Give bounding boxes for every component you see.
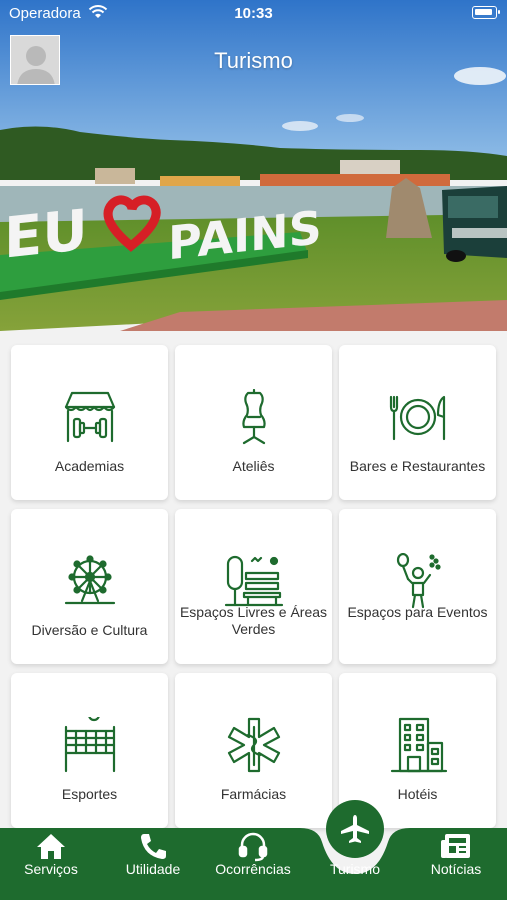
- medical-star-icon: [175, 717, 332, 773]
- tab-label: Serviços: [24, 861, 78, 877]
- tab-utilidade[interactable]: Utilidade: [107, 828, 199, 900]
- clock: 10:33: [234, 5, 273, 22]
- svg-text:EU: EU: [4, 198, 88, 272]
- category-label: Ateliês: [232, 458, 275, 474]
- tab-ocorrencias[interactable]: Ocorrências: [207, 828, 299, 900]
- headset-icon: [207, 832, 299, 862]
- category-label: Academias: [54, 458, 125, 474]
- category-card-diversao-e-cultura[interactable]: Diversão e Cultura: [11, 509, 168, 664]
- tab-label: Turismo: [329, 861, 381, 877]
- category-label: Diversão e Cultura: [31, 622, 148, 638]
- tab-label: Utilidade: [125, 861, 181, 877]
- category-card-academias[interactable]: Academias: [11, 345, 168, 500]
- category-card-farmacias[interactable]: Farmácias: [175, 673, 332, 828]
- category-card-espacos-para-eventos[interactable]: Espaços para Eventos: [339, 509, 496, 664]
- park-bench-tree-icon: [175, 553, 332, 609]
- category-label: Bares e Restaurantes: [349, 458, 486, 474]
- turismo-center-button[interactable]: [326, 800, 384, 858]
- phone-icon: [107, 832, 199, 860]
- category-label: Espaços para Eventos: [347, 604, 488, 620]
- hero-banner: EU PAINS Operadora 10:33 Turismo: [0, 0, 507, 331]
- gym-icon: [11, 389, 168, 445]
- mannequin-icon: [175, 389, 332, 445]
- bottom-tab-bar: Serviços Utilidade Ocorrências Turismo N…: [0, 828, 507, 900]
- page-title: Turismo: [214, 48, 293, 73]
- tab-label: Ocorrências: [215, 861, 291, 877]
- hotel-building-icon: [339, 717, 496, 773]
- volleyball-net-icon: [11, 717, 168, 773]
- status-bar: Operadora 10:33: [0, 0, 507, 28]
- category-card-bares-e-restaurantes[interactable]: Bares e Restaurantes: [339, 345, 496, 500]
- plate-cutlery-icon: [339, 389, 496, 445]
- category-grid: Academias Ateliês Bares e Restaurantes D…: [0, 331, 507, 831]
- category-label: Hotéis: [397, 786, 438, 802]
- category-label: Farmácias: [220, 786, 287, 802]
- balloon-person-icon: [339, 553, 496, 609]
- home-icon: [5, 832, 97, 860]
- newspaper-icon: [410, 832, 502, 860]
- category-label: Espaços Livres e Áreas Verdes: [179, 604, 328, 637]
- category-label: Esportes: [61, 786, 118, 802]
- battery-icon: [472, 6, 500, 19]
- category-card-atelies[interactable]: Ateliês: [175, 345, 332, 500]
- airplane-icon: [341, 815, 369, 843]
- category-card-esportes[interactable]: Esportes: [11, 673, 168, 828]
- tab-noticias[interactable]: Notícias: [410, 828, 502, 900]
- category-card-espacos-livres[interactable]: Espaços Livres e Áreas Verdes: [175, 509, 332, 664]
- tab-label: Notícias: [430, 861, 482, 877]
- tab-servicos[interactable]: Serviços: [5, 828, 97, 900]
- ferris-wheel-icon: [11, 553, 168, 609]
